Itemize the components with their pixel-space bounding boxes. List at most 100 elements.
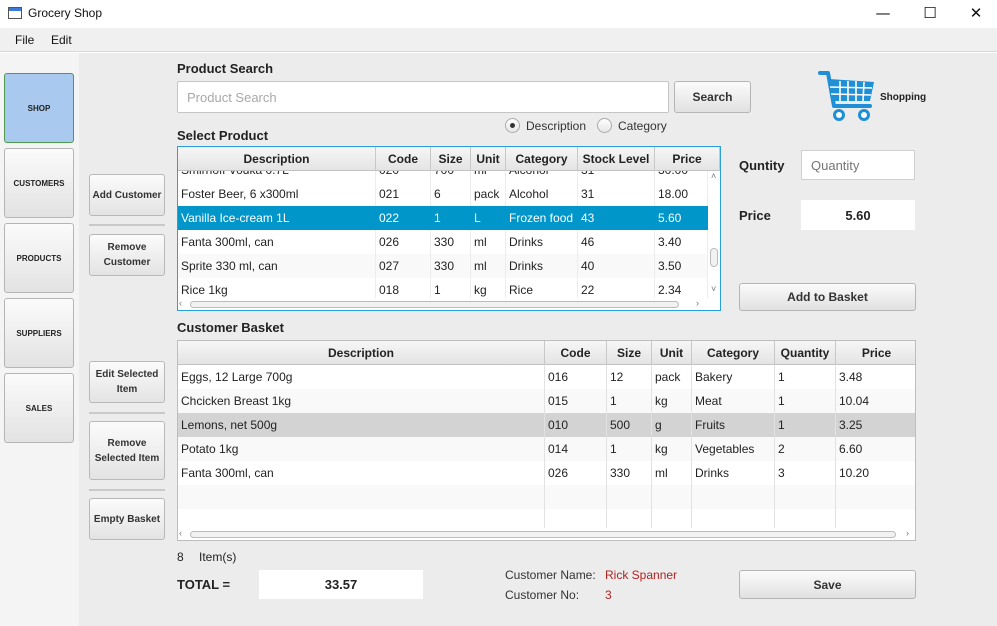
column-size[interactable]: Size bbox=[431, 147, 471, 171]
column-unit[interactable]: Unit bbox=[471, 147, 506, 171]
remove-selected-item-button[interactable]: Remove Selected Item bbox=[89, 421, 165, 480]
column-code[interactable]: Code bbox=[545, 341, 607, 365]
cell-price: 3.50 bbox=[655, 254, 708, 278]
maximize-button[interactable]: ☐ bbox=[907, 0, 953, 28]
description-radio-label: Description bbox=[526, 119, 587, 133]
vertical-scroll-thumb[interactable] bbox=[710, 248, 718, 267]
customer-no-label: Customer No: bbox=[505, 588, 580, 602]
category-radio[interactable] bbox=[597, 118, 612, 133]
total-label: TOTAL = bbox=[177, 577, 231, 592]
cell-quantity: 2 bbox=[775, 437, 836, 461]
column-category[interactable]: Category bbox=[506, 147, 578, 171]
cell-size: 1 bbox=[607, 389, 652, 413]
column-code[interactable]: Code bbox=[376, 147, 431, 171]
table-row[interactable]: Fanta 300ml, can 026 330 ml Drinks 46 3.40 bbox=[178, 230, 708, 254]
column-price[interactable]: Price bbox=[655, 147, 720, 171]
column-description[interactable]: Description bbox=[178, 341, 545, 365]
table-row[interactable]: Sprite 330 ml, can 027 330 ml Drinks 40 3.50 bbox=[178, 254, 708, 278]
nav-products-button[interactable]: PRODUCTS bbox=[4, 223, 74, 293]
table-row[interactable]: Vanilla Ice-cream 1L 022 1 L Frozen food 43 5.… bbox=[178, 206, 708, 230]
product-search-title: Product Search bbox=[177, 61, 274, 76]
column-description[interactable]: Description bbox=[178, 147, 376, 171]
horizontal-scroll-thumb[interactable] bbox=[190, 301, 679, 308]
cell-category: Frozen food bbox=[506, 206, 578, 230]
empty-basket-button[interactable]: Empty Basket bbox=[89, 498, 165, 540]
table-row[interactable]: Lemons, net 500g 010 500 g Fruits 1 3.25 bbox=[178, 413, 915, 437]
horizontal-scrollbar[interactable]: ‹ › bbox=[178, 298, 708, 310]
cell-stock: 40 bbox=[578, 254, 655, 278]
menu-file[interactable]: File bbox=[15, 33, 34, 47]
table-header: Description Code Size Unit Category Quan… bbox=[178, 341, 915, 365]
cell-description: Lemons, net 500g bbox=[178, 413, 545, 437]
cell-description: Eggs, 12 Large 700g bbox=[178, 365, 545, 389]
table-row[interactable]: Potato 1kg 014 1 kg Vegetables 2 6.60 bbox=[178, 437, 915, 461]
table-row[interactable]: Eggs, 12 Large 700g 016 12 pack Bakery 1 3.48 bbox=[178, 365, 915, 389]
cell-unit: kg bbox=[652, 437, 692, 461]
column-price[interactable]: Price bbox=[836, 341, 915, 365]
horizontal-scrollbar[interactable]: ‹ › bbox=[178, 528, 915, 540]
cell-description: Chcicken Breast 1kg bbox=[178, 389, 545, 413]
cell-price: 5.60 bbox=[655, 206, 708, 230]
menu-bar: File Edit bbox=[0, 28, 997, 52]
empty-row bbox=[178, 485, 915, 509]
quantity-label: Quntity bbox=[739, 158, 785, 173]
add-to-basket-button[interactable]: Add to Basket bbox=[739, 283, 916, 311]
separator bbox=[89, 489, 165, 491]
remove-customer-button[interactable]: Remove Customer bbox=[89, 234, 165, 276]
table-row[interactable]: Fanta 300ml, can 026 330 ml Drinks 3 10.20 bbox=[178, 461, 915, 485]
nav-sales-button[interactable]: SALES bbox=[4, 373, 74, 443]
minimize-button[interactable]: — bbox=[860, 0, 906, 28]
cell-size: 1 bbox=[431, 206, 471, 230]
column-category[interactable]: Category bbox=[692, 341, 775, 365]
cell-quantity: 1 bbox=[775, 365, 836, 389]
search-button[interactable]: Search bbox=[674, 81, 751, 113]
column-unit[interactable]: Unit bbox=[652, 341, 692, 365]
cell-stock: 31 bbox=[578, 182, 655, 206]
column-quantity[interactable]: Quantity bbox=[775, 341, 836, 365]
horizontal-scroll-thumb[interactable] bbox=[190, 531, 896, 538]
description-radio[interactable] bbox=[505, 118, 520, 133]
cell-code: 026 bbox=[376, 230, 431, 254]
cell-category: Meat bbox=[692, 389, 775, 413]
table-row[interactable]: Foster Beer, 6 x300ml 021 6 pack Alcohol 31 18… bbox=[178, 182, 708, 206]
items-count: 8 bbox=[177, 550, 184, 564]
table-row[interactable]: Chcicken Breast 1kg 015 1 kg Meat 1 10.04 bbox=[178, 389, 915, 413]
cell-code: 015 bbox=[545, 389, 607, 413]
edit-selected-item-button[interactable]: Edit Selected Item bbox=[89, 361, 165, 403]
nav-customers-button[interactable]: CUSTOMERS bbox=[4, 148, 74, 218]
cell-code bbox=[545, 485, 607, 509]
scroll-right-icon[interactable]: › bbox=[906, 528, 909, 538]
cell-quantity bbox=[775, 485, 836, 509]
scroll-down-icon[interactable]: ˅ bbox=[711, 284, 716, 294]
save-button[interactable]: Save bbox=[739, 570, 916, 599]
cell-description: Potato 1kg bbox=[178, 437, 545, 461]
scroll-right-icon[interactable]: › bbox=[696, 298, 699, 308]
column-size[interactable]: Size bbox=[607, 341, 652, 365]
customer-basket-table[interactable]: Description Code Size Unit Category Quan… bbox=[177, 340, 916, 541]
app-icon bbox=[8, 7, 22, 19]
add-customer-button[interactable]: Add Customer bbox=[89, 174, 165, 216]
close-button[interactable]: ✕ bbox=[953, 0, 997, 28]
scroll-left-icon[interactable]: ‹ bbox=[179, 528, 182, 538]
select-product-table[interactable]: Description Code Size Unit Category Stoc… bbox=[178, 147, 720, 310]
quantity-input[interactable] bbox=[801, 150, 915, 180]
scroll-left-icon[interactable]: ‹ bbox=[179, 298, 182, 308]
cell-price: 10.04 bbox=[836, 389, 915, 413]
cell-quantity: 1 bbox=[775, 389, 836, 413]
cell-price: 3.40 bbox=[655, 230, 708, 254]
product-search-input[interactable] bbox=[177, 81, 669, 113]
menu-edit[interactable]: Edit bbox=[51, 33, 72, 47]
nav-shop-button[interactable]: SHOP bbox=[4, 73, 74, 143]
cell-description: Vanilla Ice-cream 1L bbox=[178, 206, 376, 230]
cell-category: Drinks bbox=[506, 230, 578, 254]
nav-suppliers-button[interactable]: SUPPLIERS bbox=[4, 298, 74, 368]
vertical-scrollbar[interactable]: ˄ ˅ bbox=[708, 171, 720, 298]
separator bbox=[89, 224, 165, 226]
cell-code: 016 bbox=[545, 365, 607, 389]
column-stock-level[interactable]: Stock Level bbox=[578, 147, 655, 171]
scroll-up-icon[interactable]: ˄ bbox=[711, 171, 716, 181]
customer-name-label: Customer Name: bbox=[505, 568, 596, 582]
cell-price: 18.00 bbox=[655, 182, 708, 206]
shopping-cart-icon bbox=[818, 70, 878, 124]
cell-category: Fruits bbox=[692, 413, 775, 437]
